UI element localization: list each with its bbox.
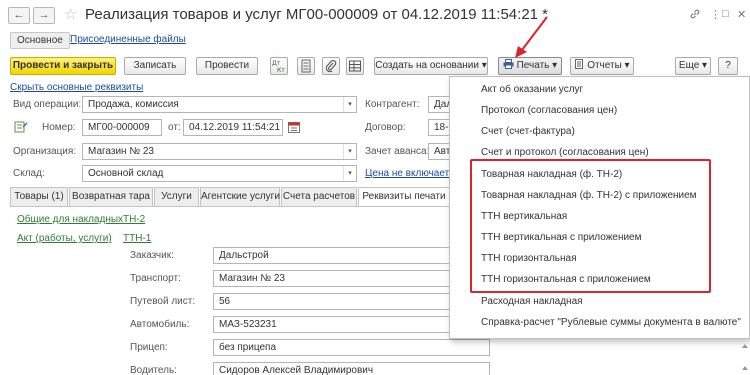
reports-icon xyxy=(574,59,587,71)
chevron-down-icon[interactable]: ▾ xyxy=(343,166,356,181)
document-list-icon[interactable] xyxy=(297,57,315,75)
numbering-icon[interactable] xyxy=(14,121,28,136)
tab-goods[interactable]: Товары (1) xyxy=(10,187,68,206)
more-actions-label: Еще xyxy=(678,60,700,71)
driver-label: Водитель: xyxy=(130,365,177,375)
chevron-down-icon: ▾ xyxy=(702,60,708,71)
menu-item-invoice[interactable]: Счет (счет-фактура) xyxy=(481,126,575,137)
menu-item-expense-invoice[interactable]: Расходная накладная xyxy=(481,296,583,307)
vat-link[interactable]: Цена не включает Н xyxy=(365,168,450,179)
svg-text:Кт: Кт xyxy=(277,67,285,74)
save-button[interactable]: Записать xyxy=(124,57,186,75)
more-actions-button[interactable]: Еще ▾ xyxy=(675,57,711,75)
transport-label: Транспорт: xyxy=(130,273,181,284)
contract-input[interactable]: 18-0 xyxy=(428,119,450,136)
date-label: от: xyxy=(168,122,181,133)
advance-label: Зачет аванса: xyxy=(365,146,430,157)
chevron-down-icon[interactable]: ▾ xyxy=(343,97,356,112)
close-icon[interactable]: ✕ xyxy=(737,8,746,21)
create-based-on-button[interactable]: Создать на основании ▾ xyxy=(374,57,488,75)
favorite-star-icon[interactable]: ☆ xyxy=(64,5,77,23)
back-button[interactable]: ← xyxy=(8,7,30,24)
chevron-down-icon: ▾ xyxy=(481,60,487,71)
trailer-label: Прицеп: xyxy=(130,342,168,353)
operation-select[interactable]: Продажа, комиссия ▾ xyxy=(82,96,357,113)
number-input[interactable]: МГ00-000009 xyxy=(82,119,162,136)
chevron-down-icon: ▾ xyxy=(624,60,630,71)
customer-label: Заказчик: xyxy=(130,250,174,261)
ttn1-link[interactable]: ТТН-1 xyxy=(123,233,151,244)
date-input[interactable]: 04.12.2019 11:54:21 xyxy=(183,119,283,136)
tab-main[interactable]: Основное xyxy=(10,32,70,49)
restore-icon[interactable]: □ xyxy=(722,8,729,20)
contractor-input[interactable]: Дал xyxy=(428,96,450,113)
warehouse-select[interactable]: Основной склад ▾ xyxy=(82,165,357,182)
warehouse-label: Склад: xyxy=(13,168,45,179)
act-works-link[interactable]: Акт (работы, услуги) xyxy=(17,233,112,244)
window-title: Реализация товаров и услуг МГ00-000009 о… xyxy=(85,6,549,23)
menu-item-currency-certificate[interactable]: Справка-расчет "Рублевые суммы документа… xyxy=(481,317,741,328)
organization-value: Магазин № 23 xyxy=(88,146,154,157)
tab-returnable-packaging[interactable]: Возвратная тара xyxy=(69,187,153,206)
tab-settlement-accounts[interactable]: Счета расчетов xyxy=(281,187,357,206)
calendar-icon[interactable] xyxy=(287,120,301,137)
organization-label: Организация: xyxy=(13,146,77,157)
operation-value: Продажа, комиссия xyxy=(88,99,179,110)
scrollbar[interactable] xyxy=(740,340,750,375)
contract-label: Договор: xyxy=(365,122,406,133)
chevron-down-icon[interactable]: ▾ xyxy=(343,144,356,159)
trailer-input[interactable]: без прицепа xyxy=(213,339,490,356)
more-icon[interactable]: ⋮ xyxy=(710,8,721,21)
tab-divider xyxy=(10,206,450,207)
warehouse-value: Основной склад xyxy=(88,168,164,179)
post-button[interactable]: Провести xyxy=(196,57,258,75)
post-and-close-button[interactable]: Провести и закрыть xyxy=(10,57,116,75)
number-label: Номер: xyxy=(42,122,76,133)
table-icon[interactable] xyxy=(346,57,364,75)
red-highlight-box xyxy=(470,159,711,293)
dt-kt-icon[interactable]: Дт Кт xyxy=(270,57,288,75)
common-invoices-link[interactable]: Общие для накладных xyxy=(17,214,123,225)
tab-attached-files[interactable]: Присоединенные файлы xyxy=(70,34,186,45)
waybill-input[interactable]: 56 xyxy=(213,293,450,310)
waybill-label: Путевой лист: xyxy=(130,296,196,307)
transport-input[interactable]: Магазин № 23 xyxy=(213,270,450,287)
chevron-down-icon: ▾ xyxy=(552,60,558,71)
menu-item-invoice-and-protocol[interactable]: Счет и протокол (согласования цен) xyxy=(481,147,649,158)
menu-item-service-act[interactable]: Акт об оказании услуг xyxy=(481,84,583,95)
forward-button[interactable]: → xyxy=(33,7,55,24)
tab-agent-services[interactable]: Агентские услуги xyxy=(200,187,280,206)
car-label: Автомобиль: xyxy=(130,319,190,330)
help-button[interactable]: ? xyxy=(718,57,738,75)
title-bar: ← → ☆ Реализация товаров и услуг МГ00-00… xyxy=(0,0,750,30)
operation-label: Вид операции: xyxy=(13,99,82,110)
reports-label: Отчеты xyxy=(587,60,622,71)
menu-item-price-protocol[interactable]: Протокол (согласования цен) xyxy=(481,105,617,116)
organization-select[interactable]: Магазин № 23 ▾ xyxy=(82,143,357,160)
reports-button[interactable]: Отчеты ▾ xyxy=(570,57,634,75)
tn2-link[interactable]: ТН-2 xyxy=(123,214,145,225)
tab-print-requisites[interactable]: Реквизиты печати xyxy=(358,187,450,207)
create-based-on-label: Создать на основании xyxy=(375,60,479,71)
car-input[interactable]: МАЗ-523231 xyxy=(213,316,450,333)
tab-services[interactable]: Услуги xyxy=(154,187,199,206)
advance-input[interactable]: Авт xyxy=(428,143,450,160)
customer-input[interactable]: Дальстрой xyxy=(213,247,450,264)
link-icon[interactable] xyxy=(689,8,701,23)
red-arrow-annotation xyxy=(515,16,548,58)
attachment-icon[interactable] xyxy=(322,57,340,75)
hide-requisites-link[interactable]: Скрыть основные реквизиты xyxy=(10,82,143,93)
svg-text:Дт: Дт xyxy=(272,60,281,67)
driver-input[interactable]: Сидоров Алексей Владимирович xyxy=(213,362,490,375)
contractor-label: Контрагент: xyxy=(365,99,420,110)
